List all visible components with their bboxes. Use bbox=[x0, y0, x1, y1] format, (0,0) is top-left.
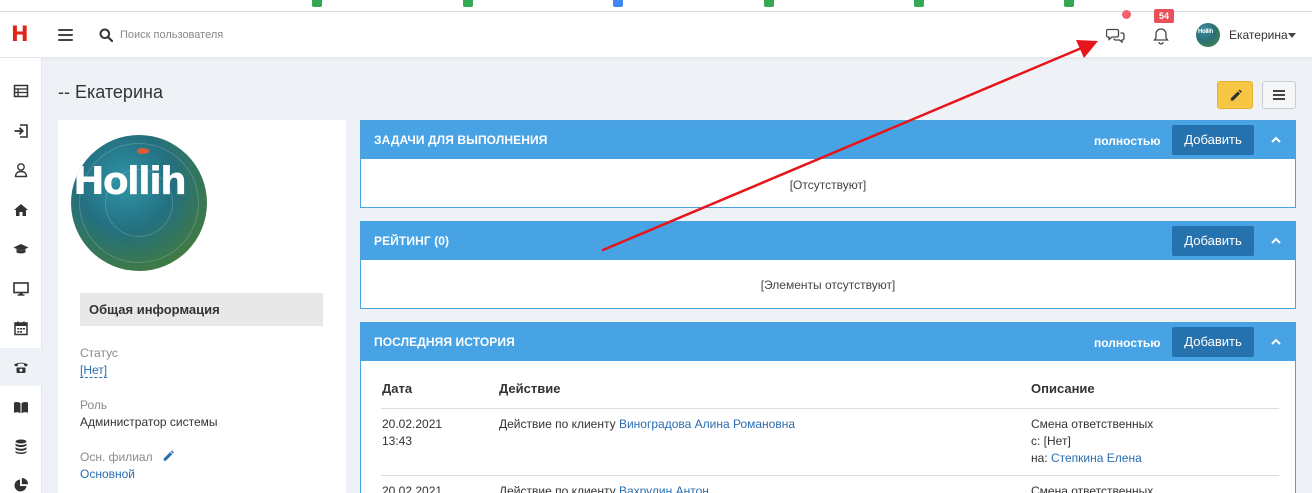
bookmark-icon[interactable] bbox=[312, 0, 322, 7]
table-list-icon bbox=[13, 84, 29, 98]
bookmark-icon[interactable] bbox=[613, 0, 623, 7]
tasks-empty-text: [Отсутствуют] bbox=[789, 178, 867, 192]
rating-add-button[interactable]: Добавить bbox=[1172, 226, 1254, 256]
bookmark-icon[interactable] bbox=[1064, 0, 1074, 7]
row-time: 13:43 bbox=[382, 434, 413, 448]
actions-menu-button[interactable] bbox=[1262, 81, 1296, 109]
coins-icon bbox=[15, 439, 27, 454]
bell-icon[interactable] bbox=[1152, 26, 1170, 46]
bookmark-icon[interactable] bbox=[463, 0, 473, 7]
row-desc-line: с: [Нет] bbox=[1031, 434, 1071, 448]
section-title-general-info: Общая информация bbox=[80, 293, 323, 326]
pencil-icon bbox=[1230, 88, 1242, 101]
calendar-icon bbox=[14, 321, 28, 336]
column-header-description: Описание bbox=[1031, 381, 1095, 396]
user-name: Екатерина bbox=[1229, 28, 1288, 42]
row-desc-line: на: Степкина Елена bbox=[1031, 451, 1142, 465]
role-label: Роль bbox=[80, 398, 108, 412]
sidebar-item-users[interactable] bbox=[0, 151, 42, 189]
row-date: 20.02.2021 bbox=[382, 417, 443, 431]
top-navbar: H 54 Hollih Екатерина bbox=[0, 9, 1312, 58]
table-header-divider bbox=[381, 408, 1279, 409]
user-avatar: Hollih bbox=[1196, 23, 1220, 47]
history-panel-title: ПОСЛЕДНЯЯ ИСТОРИЯ bbox=[374, 335, 515, 349]
sidebar-item-library[interactable] bbox=[0, 388, 42, 426]
column-header-action: Действие bbox=[499, 381, 561, 396]
row-desc-line: Смена ответственных bbox=[1031, 484, 1154, 493]
tasks-show-all-link[interactable]: полностью bbox=[1094, 134, 1161, 148]
book-icon bbox=[14, 402, 28, 414]
rating-panel-header: РЕЙТИНГ (0) Добавить bbox=[361, 222, 1295, 260]
user-icon bbox=[14, 163, 28, 178]
sign-in-icon bbox=[14, 124, 28, 138]
status-value[interactable]: [Нет] bbox=[80, 363, 108, 378]
sidebar-item-signin[interactable] bbox=[0, 112, 42, 150]
sidebar-item-home[interactable] bbox=[0, 191, 42, 229]
bars-icon bbox=[1273, 88, 1285, 102]
phone-icon bbox=[14, 362, 28, 373]
edit-button[interactable] bbox=[1217, 81, 1253, 109]
tasks-panel-title: ЗАДАЧИ ДЛЯ ВЫПОЛНЕНИЯ bbox=[374, 133, 548, 147]
chat-icon[interactable] bbox=[1106, 26, 1126, 44]
home-icon bbox=[14, 204, 28, 216]
menu-toggle-icon[interactable] bbox=[58, 29, 73, 41]
pie-chart-icon bbox=[14, 477, 29, 492]
responsible-link[interactable]: Степкина Елена bbox=[1051, 451, 1142, 465]
table-row-divider bbox=[381, 475, 1279, 476]
role-value: Администратор системы bbox=[80, 415, 218, 429]
bookmark-icon[interactable] bbox=[764, 0, 774, 7]
bookmarks-bar bbox=[0, 0, 1312, 12]
row-date: 20.02.2021 bbox=[382, 484, 443, 493]
client-link[interactable]: Вахрулин Антон bbox=[619, 484, 709, 493]
history-panel-header: ПОСЛЕДНЯЯ ИСТОРИЯ полностью Добавить bbox=[361, 323, 1295, 361]
tasks-add-button[interactable]: Добавить bbox=[1172, 125, 1254, 155]
avatar-logo-text: Hollih bbox=[73, 159, 187, 203]
row-desc-line: Смена ответственных bbox=[1031, 417, 1154, 431]
chat-unread-dot bbox=[1122, 10, 1131, 19]
sidebar-item-phone[interactable] bbox=[0, 348, 42, 386]
left-sidebar bbox=[0, 58, 42, 493]
chevron-down-icon bbox=[1288, 33, 1296, 38]
sidebar-item-reports[interactable] bbox=[0, 466, 42, 493]
sidebar-item-calendar[interactable] bbox=[0, 309, 42, 347]
chevron-up-icon[interactable] bbox=[1270, 135, 1282, 145]
edit-branch-pencil-icon[interactable] bbox=[162, 450, 174, 462]
chevron-up-icon[interactable] bbox=[1270, 236, 1282, 246]
tasks-panel-header: ЗАДАЧИ ДЛЯ ВЫПОЛНЕНИЯ полностью Добавить bbox=[361, 121, 1295, 159]
column-header-date: Дата bbox=[382, 381, 413, 396]
rating-empty-text: [Элементы отсутствуют] bbox=[760, 278, 896, 292]
page-title: -- Екатерина bbox=[58, 82, 163, 102]
row-action: Действие по клиенту Виноградова Алина Ро… bbox=[499, 417, 796, 431]
bookmark-icon[interactable] bbox=[914, 0, 924, 7]
branch-value[interactable]: Основной bbox=[80, 467, 135, 481]
profile-card: Hollih Общая информация Статус [Нет] Рол… bbox=[58, 120, 346, 493]
notification-count-badge: 54 bbox=[1154, 9, 1174, 23]
rating-panel: РЕЙТИНГ (0) Добавить [Элементы отсутству… bbox=[360, 221, 1296, 309]
history-add-button[interactable]: Добавить bbox=[1172, 327, 1254, 357]
history-show-all-link[interactable]: полностью bbox=[1094, 336, 1161, 350]
sidebar-item-list[interactable] bbox=[0, 72, 42, 110]
tasks-panel: ЗАДАЧИ ДЛЯ ВЫПОЛНЕНИЯ полностью Добавить… bbox=[360, 120, 1296, 208]
status-label: Статус bbox=[80, 346, 118, 360]
branch-label: Осн. филиал bbox=[80, 450, 153, 464]
user-search-input[interactable] bbox=[120, 26, 420, 44]
search-icon bbox=[99, 28, 113, 42]
profile-avatar: Hollih bbox=[71, 135, 207, 271]
sidebar-item-finance[interactable] bbox=[0, 427, 42, 465]
sidebar-item-desktop[interactable] bbox=[0, 270, 42, 308]
row-action: Действие по клиенту Вахрулин Антон bbox=[499, 483, 709, 493]
desktop-icon bbox=[13, 282, 29, 296]
chevron-up-icon[interactable] bbox=[1270, 337, 1282, 347]
rating-panel-title: РЕЙТИНГ (0) bbox=[374, 234, 450, 248]
app-logo[interactable]: H bbox=[11, 24, 29, 45]
sidebar-item-education[interactable] bbox=[0, 230, 42, 268]
graduation-cap-icon bbox=[13, 244, 29, 254]
client-link[interactable]: Виноградова Алина Романовна bbox=[619, 417, 795, 431]
history-panel: ПОСЛЕДНЯЯ ИСТОРИЯ полностью Добавить Дат… bbox=[360, 322, 1296, 493]
